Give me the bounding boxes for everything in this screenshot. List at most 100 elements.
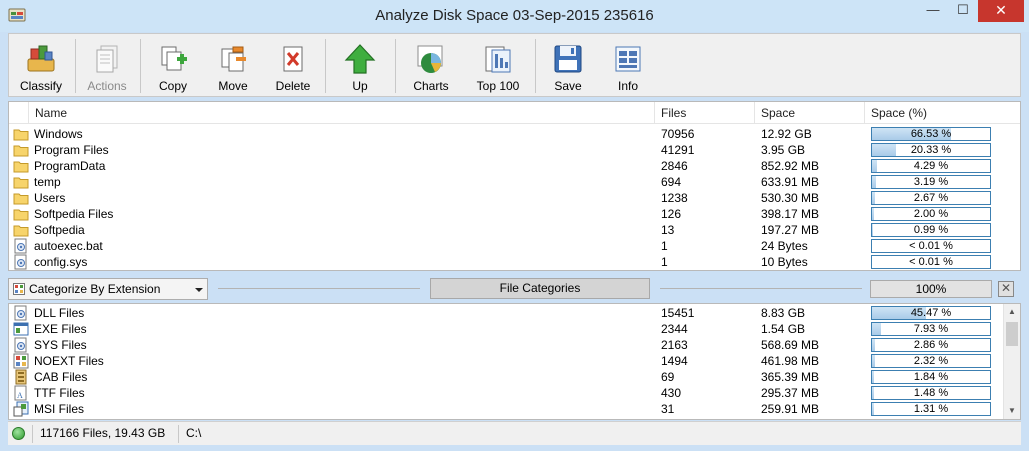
top100-button[interactable]: Top 100 [467,34,529,96]
close-button[interactable]: ✕ [978,0,1024,22]
space-percent-bar: 3.19 % [871,175,991,189]
categorize-select[interactable]: Categorize By Extension [8,278,208,300]
copy-label: Copy [158,79,187,93]
row-space: 10 Bytes [761,255,808,269]
table-row[interactable]: Windows 70956 12.92 GB 66.53 % [9,126,1020,142]
delete-button[interactable]: Delete [263,34,323,96]
table-row[interactable]: MSI Files 31 259.91 MB 1.31 % [9,401,1020,417]
space-percent-text: 20.33 % [910,144,952,156]
column-header-name[interactable]: Name [29,102,655,124]
status-summary: 117166 Files, 19.43 GB [40,426,166,440]
table-row[interactable]: config.sys 1 10 Bytes < 0.01 % [9,254,1020,270]
close-categories-icon[interactable]: ✕ [998,281,1014,297]
space-percent-text: 45.47 % [910,307,952,319]
up-arrow-icon [344,44,376,74]
row-name: Program Files [34,143,109,157]
table-row[interactable]: Users 1238 530.30 MB 2.67 % [9,190,1020,206]
row-files: 430 [661,386,682,400]
table-row[interactable]: SYS Files 2163 568.69 MB 2.86 % [9,337,1020,353]
table-row[interactable]: EXE Files 2344 1.54 GB 7.93 % [9,321,1020,337]
space-percent-bar: 1.31 % [871,402,991,416]
classify-button[interactable]: Classify [11,34,71,96]
table-row[interactable]: DLL Files 15451 8.83 GB 45.47 % [9,305,1020,321]
actions-button[interactable]: Actions [77,34,137,96]
classify-label: Classify [19,79,62,93]
noext-file-icon [13,353,29,369]
row-name: SYS Files [34,338,87,352]
scroll-up-icon[interactable]: ▲ [1004,304,1020,320]
up-button[interactable]: Up [330,34,390,96]
delete-label: Delete [275,79,311,93]
row-space: 398.17 MB [761,207,820,221]
move-label: Move [218,79,248,93]
folder-icon [13,225,29,237]
space-percent-bar: 2.32 % [871,354,991,368]
folder-icon [13,129,29,141]
table-row[interactable]: NOEXT Files 1494 461.98 MB 2.32 % [9,353,1020,369]
row-space: 12.92 GB [761,127,812,141]
minimize-button[interactable]: — [918,0,948,22]
space-percent-text: < 0.01 % [909,256,953,268]
sys-file-icon [14,337,27,353]
space-percent-text: 2.86 % [913,339,949,351]
window-title: Analyze Disk Space 03-Sep-2015 235616 [375,7,654,24]
maximize-button[interactable]: ☐ [948,0,978,22]
table-row[interactable]: Program Files 41291 3.95 GB 20.33 % [9,142,1020,158]
row-name: DLL Files [34,306,85,320]
table-row[interactable]: autoexec.bat 1 24 Bytes < 0.01 % [9,238,1020,254]
toolbar-separator [75,39,76,93]
table-row[interactable]: temp 694 633.91 MB 3.19 % [9,174,1020,190]
toolbar-separator [395,39,396,93]
status-separator [32,425,33,443]
space-percent-text: 2.67 % [913,192,949,204]
row-space: 1.54 GB [761,322,806,336]
row-space: 530.30 MB [761,191,820,205]
row-space: 259.91 MB [761,402,820,416]
table-row[interactable]: CAB Files 69 365.39 MB 1.84 % [9,369,1020,385]
space-percent-bar: 0.99 % [871,223,991,237]
charts-label: Charts [413,79,449,93]
info-button[interactable]: Info [598,34,658,96]
space-percent-bar: 2.86 % [871,338,991,352]
chevron-down-icon [195,288,203,292]
row-files: 31 [661,402,675,416]
table-row[interactable]: ProgramData 2846 852.92 MB 4.29 % [9,158,1020,174]
row-space: 24 Bytes [761,239,808,253]
table-row[interactable]: A TTF Files 430 295.37 MB 1.48 % [9,385,1020,401]
folder-table: Name Files Space Space (%) Windows 70956 1… [8,101,1021,271]
row-name: NOEXT Files [34,354,104,368]
space-percent-text: 66.53 % [910,128,952,140]
title-bar: Analyze Disk Space 03-Sep-2015 235616 — … [0,0,1029,32]
vertical-scrollbar[interactable]: ▲ ▼ [1003,304,1020,419]
save-button[interactable]: Save [538,34,598,96]
scroll-thumb[interactable] [1006,322,1018,346]
charts-button[interactable]: Charts [401,34,461,96]
scroll-down-icon[interactable]: ▼ [1004,403,1020,419]
row-name: EXE Files [34,322,87,336]
row-space: 852.92 MB [761,159,820,173]
column-header-space[interactable]: Space [755,102,865,124]
row-files: 126 [661,207,682,221]
space-percent-text: 1.84 % [913,371,949,383]
system-file-icon [14,238,27,254]
top100-icon [485,46,511,73]
space-percent-text: 1.48 % [913,387,949,399]
column-header-files[interactable]: Files [655,102,755,124]
row-name: temp [34,175,61,189]
copy-button[interactable]: Copy [143,34,203,96]
row-name: Softpedia [34,223,85,237]
table-row[interactable]: Softpedia 13 197.27 MB 0.99 % [9,222,1020,238]
row-files: 1 [661,239,668,253]
row-files: 1494 [661,354,688,368]
row-name: TTF Files [34,386,85,400]
classify-icon [27,45,55,72]
space-percent-bar: 1.84 % [871,370,991,384]
floppy-disk-icon [554,45,582,73]
row-name: Users [34,191,66,205]
status-ok-icon [12,427,25,440]
move-icon [221,46,246,72]
table-row[interactable]: Softpedia Files 126 398.17 MB 2.00 % [9,206,1020,222]
file-categories-button[interactable]: File Categories [430,278,650,299]
move-button[interactable]: Move [203,34,263,96]
column-header-space-pct[interactable]: Space (%) [865,102,1022,124]
